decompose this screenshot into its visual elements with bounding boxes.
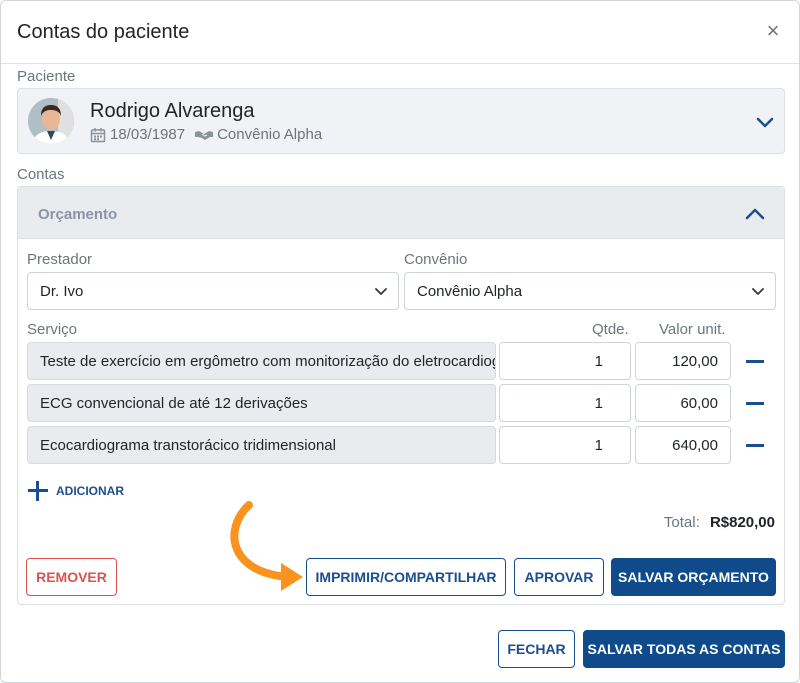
chevron-down-icon bbox=[752, 288, 764, 295]
save-budget-button[interactable]: SALVAR ORÇAMENTO bbox=[611, 558, 776, 596]
qty-input[interactable]: 1 bbox=[499, 426, 631, 464]
qty-input[interactable]: 1 bbox=[499, 342, 631, 380]
handshake-icon bbox=[195, 130, 214, 140]
approve-button[interactable]: APROVAR bbox=[514, 558, 604, 596]
price-input[interactable]: 60,00 bbox=[635, 384, 731, 422]
close-button[interactable]: FECHAR bbox=[498, 630, 575, 668]
service-name: ECG convencional de até 12 derivações bbox=[40, 395, 308, 412]
patient-name: Rodrigo Alvarenga bbox=[90, 100, 255, 122]
price-value: 640,00 bbox=[672, 437, 718, 454]
patient-birth-date: 18/03/1987 bbox=[110, 126, 186, 143]
price-value: 60,00 bbox=[680, 395, 718, 412]
budget-accordion-header[interactable]: Orçamento bbox=[18, 187, 784, 239]
accounts-section-label: Contas bbox=[17, 166, 65, 183]
insurance-value: Convênio Alpha bbox=[417, 283, 523, 300]
service-name: Teste de exercício em ergômetro com moni… bbox=[40, 353, 496, 370]
avatar bbox=[28, 98, 74, 144]
budget-title: Orçamento bbox=[38, 206, 118, 223]
service-field[interactable]: Ecocardiograma transtorácico tridimensio… bbox=[27, 426, 496, 464]
qty-input[interactable]: 1 bbox=[499, 384, 631, 422]
total-label: Total: bbox=[663, 514, 700, 531]
budget-accordion: Orçamento Prestador Dr. Ivo Convênio Con… bbox=[17, 186, 785, 605]
add-service-label: ADICIONAR bbox=[56, 484, 124, 498]
modal-title: Contas do paciente bbox=[17, 21, 190, 43]
patient-selector[interactable]: Rodrigo Alvarenga 18/03/1987 Convênio Al… bbox=[17, 88, 785, 154]
remove-button[interactable]: REMOVER bbox=[26, 558, 117, 596]
qty-value: 1 bbox=[594, 437, 603, 454]
save-all-accounts-button[interactable]: SALVAR TODAS AS CONTAS bbox=[583, 630, 785, 668]
minus-icon[interactable] bbox=[746, 360, 764, 363]
provider-value: Dr. Ivo bbox=[40, 283, 84, 300]
insurance-label: Convênio bbox=[404, 251, 468, 268]
avatar-image bbox=[28, 98, 74, 144]
qty-value: 1 bbox=[594, 353, 603, 370]
minus-icon[interactable] bbox=[746, 444, 764, 447]
add-service-button[interactable]: ADICIONAR bbox=[28, 480, 124, 502]
budget-total: Total: R$820,00 bbox=[664, 514, 775, 531]
service-field[interactable]: ECG convencional de até 12 derivações bbox=[27, 384, 496, 422]
chevron-down-icon[interactable] bbox=[754, 111, 776, 133]
service-column-header: Serviço bbox=[27, 321, 78, 338]
patient-meta: 18/03/1987 Convênio Alpha bbox=[90, 126, 322, 143]
patient-section-label: Paciente bbox=[17, 68, 76, 85]
patient-accounts-modal: Contas do paciente × Paciente Rodrigo Al… bbox=[0, 0, 800, 683]
provider-label: Prestador bbox=[27, 251, 93, 268]
modal-header: Contas do paciente × bbox=[1, 1, 799, 64]
calendar-icon bbox=[90, 127, 106, 142]
provider-select[interactable]: Dr. Ivo bbox=[27, 272, 399, 310]
unit-price-column-header: Valor unit. bbox=[659, 321, 726, 338]
qty-column-header: Qtde. bbox=[592, 321, 629, 338]
chevron-down-icon bbox=[375, 288, 387, 295]
service-field[interactable]: Teste de exercício em ergômetro com moni… bbox=[27, 342, 496, 380]
patient-insurance: Convênio Alpha bbox=[217, 126, 323, 143]
total-value: R$820,00 bbox=[709, 514, 775, 531]
plus-icon bbox=[28, 481, 48, 501]
price-value: 120,00 bbox=[672, 353, 718, 370]
close-icon[interactable]: × bbox=[763, 20, 783, 42]
minus-icon[interactable] bbox=[746, 402, 764, 405]
qty-value: 1 bbox=[594, 395, 603, 412]
annotation-arrow-icon bbox=[230, 501, 303, 591]
price-input[interactable]: 640,00 bbox=[635, 426, 731, 464]
chevron-up-icon[interactable] bbox=[744, 203, 766, 225]
print-share-button[interactable]: IMPRIMIR/COMPARTILHAR bbox=[306, 558, 506, 596]
service-name: Ecocardiograma transtorácico tridimensio… bbox=[40, 437, 336, 454]
price-input[interactable]: 120,00 bbox=[635, 342, 731, 380]
insurance-select[interactable]: Convênio Alpha bbox=[404, 272, 776, 310]
